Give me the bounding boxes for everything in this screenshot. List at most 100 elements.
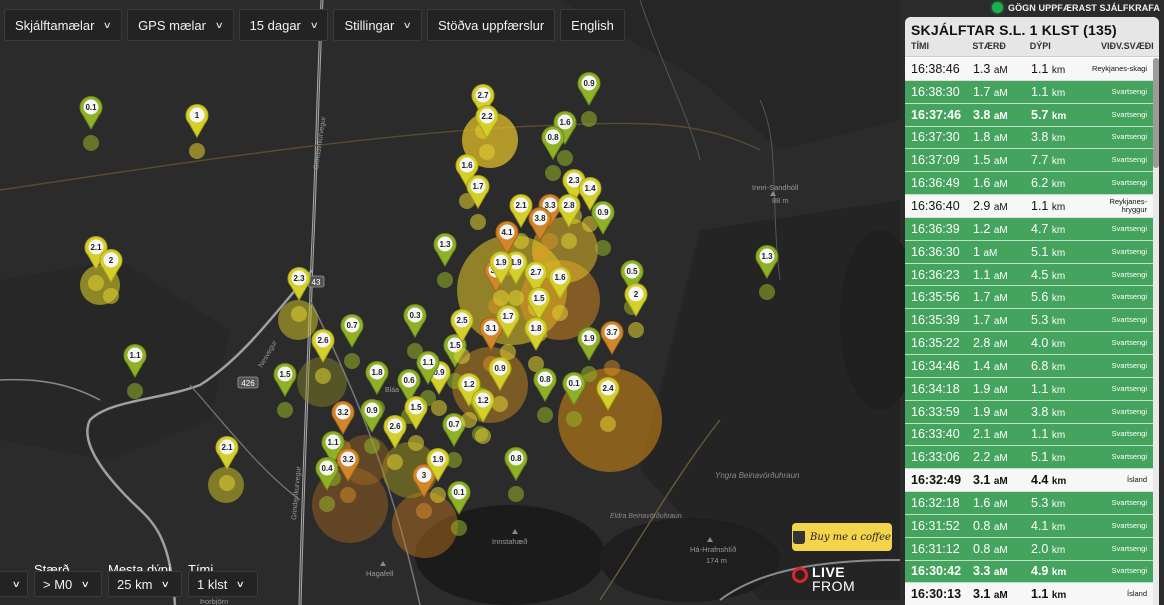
live-from-iceland-logo[interactable]: LIVE FROM bbox=[792, 565, 855, 593]
epicenter-dot bbox=[83, 135, 99, 151]
row-depth: 6.2 km bbox=[1031, 176, 1066, 191]
earthquake-row[interactable]: 16:33:06 2.2 aM 5.1 km Svartsengi bbox=[905, 446, 1153, 470]
epicenter-dot bbox=[430, 487, 446, 503]
quake-magnitude-label: 1.6 bbox=[554, 273, 566, 282]
scrollbar-thumb[interactable] bbox=[1153, 58, 1159, 168]
col-size[interactable]: STÆRÐ bbox=[972, 41, 1029, 51]
quake-magnitude-label: 1.1 bbox=[422, 358, 434, 367]
row-depth: 6.8 km bbox=[1031, 358, 1066, 373]
quake-magnitude-label: 2.3 bbox=[568, 176, 580, 185]
earthquake-row[interactable]: 16:37:09 1.5 aM 7.7 km Svartsengi bbox=[905, 149, 1153, 173]
col-depth[interactable]: DÝPI bbox=[1030, 41, 1101, 51]
row-location: Reykjanes-hryggur bbox=[1109, 196, 1147, 214]
quake-magnitude-label: 2.1 bbox=[90, 243, 102, 252]
earthquake-row[interactable]: 16:36:49 1.6 aM 6.2 km Svartsengi bbox=[905, 172, 1153, 196]
row-depth: 5.1 km bbox=[1031, 450, 1066, 465]
epicenter-dot bbox=[532, 246, 548, 262]
earthquake-row[interactable]: 16:31:52 0.8 aM 4.1 km Svartsengi bbox=[905, 514, 1153, 538]
time-filter-value: 1 klst bbox=[197, 576, 228, 592]
row-depth: 5.3 km bbox=[1031, 313, 1066, 328]
row-size: 3.8 aM bbox=[973, 107, 1008, 122]
epicenter-dot bbox=[437, 272, 453, 288]
row-size: 1.2 aM bbox=[973, 221, 1008, 236]
chevron-down-icon: ∨ bbox=[11, 578, 21, 589]
earthquake-row[interactable]: 16:38:46 1.3 aM 1.1 km Reykjanes-skagi bbox=[905, 58, 1153, 81]
earthquake-row[interactable]: 16:30:13 3.1 aM 1.1 km Ísland bbox=[905, 583, 1153, 605]
stop-updates-button[interactable]: Stöðva uppfærslur bbox=[426, 9, 556, 41]
quake-magnitude-label: 0.6 bbox=[403, 376, 415, 385]
row-size: 1 aM bbox=[973, 244, 998, 259]
row-location: Svartsengi bbox=[1111, 543, 1147, 553]
quake-magnitude-label: 2.4 bbox=[602, 384, 614, 393]
row-depth: 4.5 km bbox=[1031, 267, 1066, 282]
earthquake-row[interactable]: 16:36:39 1.2 aM 4.7 km Svartsengi bbox=[905, 217, 1153, 241]
epicenter-dot bbox=[420, 390, 436, 406]
quake-magnitude-label: 2.7 bbox=[530, 268, 542, 277]
settings-dropdown[interactable]: Stillingar ∨ bbox=[333, 9, 422, 41]
earthquake-row[interactable]: 16:33:40 2.1 aM 1.1 km Svartsengi bbox=[905, 423, 1153, 447]
row-time: 16:32:18 bbox=[911, 495, 960, 510]
earthquake-row[interactable]: 16:31:12 0.8 aM 2.0 km Svartsengi bbox=[905, 537, 1153, 561]
earthquake-row[interactable]: 16:30:42 3.3 aM 4.9 km Svartsengi bbox=[905, 560, 1153, 584]
row-depth: 1.1 km bbox=[1031, 381, 1066, 396]
earthquake-row[interactable]: 16:36:23 1.1 aM 4.5 km Svartsengi bbox=[905, 263, 1153, 287]
epicenter-dot bbox=[493, 290, 509, 306]
col-location[interactable]: VIÐV.SVÆÐI bbox=[1101, 41, 1154, 51]
earthquake-row[interactable]: 16:37:30 1.8 aM 3.8 km Svartsengi bbox=[905, 126, 1153, 150]
row-depth: 5.1 km bbox=[1031, 244, 1066, 259]
row-depth: 4.4 km bbox=[1031, 473, 1067, 488]
epicenter-dot bbox=[595, 240, 611, 256]
period-dropdown[interactable]: 15 dagar ∨ bbox=[238, 9, 329, 41]
epicenter-dot bbox=[581, 111, 597, 127]
row-depth: 5.7 km bbox=[1031, 107, 1067, 122]
hidden-filter-select[interactable]: ∨ bbox=[0, 571, 28, 597]
panel-header: SKJÁLFTAR S.L. 1 KLST (135) TÍMI STÆRÐ D… bbox=[905, 17, 1159, 57]
earthquake-row[interactable]: 16:35:22 2.8 aM 4.0 km Svartsengi bbox=[905, 332, 1153, 355]
gps-dropdown[interactable]: GPS mælar ∨ bbox=[127, 9, 234, 41]
earthquake-row[interactable]: 16:34:18 1.9 aM 1.1 km Svartsengi bbox=[905, 377, 1153, 401]
time-filter-select[interactable]: 1 klst ∨ bbox=[188, 571, 258, 597]
row-depth: 4.7 km bbox=[1031, 221, 1066, 236]
earthquake-row[interactable]: 16:36:30 1 aM 5.1 km Svartsengi bbox=[905, 240, 1153, 264]
earthquake-row[interactable]: 16:32:18 1.6 aM 5.3 km Svartsengi bbox=[905, 492, 1153, 515]
row-depth: 4.0 km bbox=[1031, 336, 1066, 351]
chevron-down-icon: ∨ bbox=[103, 19, 113, 30]
quake-magnitude-label: 0.9 bbox=[494, 364, 506, 373]
earthquake-row[interactable]: 16:37:46 3.8 aM 5.7 km Svartsengi bbox=[905, 103, 1153, 127]
earthquake-row[interactable]: 16:33:59 1.9 aM 3.8 km Svartsengi bbox=[905, 400, 1153, 424]
seismometers-dropdown[interactable]: Skjálftamælar ∨ bbox=[4, 9, 123, 41]
depth-filter-select[interactable]: 25 km ∨ bbox=[108, 571, 182, 597]
row-location: Svartsengi bbox=[1111, 292, 1147, 302]
quake-intensity-glow bbox=[392, 492, 458, 558]
row-depth: 2.0 km bbox=[1031, 541, 1066, 556]
earthquake-row[interactable]: 16:32:49 3.1 aM 4.4 km Ísland bbox=[905, 469, 1153, 493]
row-location: Svartsengi bbox=[1111, 520, 1147, 530]
language-button[interactable]: English bbox=[560, 9, 625, 41]
row-time: 16:34:46 bbox=[911, 358, 960, 373]
earthquake-row[interactable]: 16:36:40 2.9 aM 1.1 km Reykjanes-hryggur bbox=[905, 195, 1153, 218]
quake-magnitude-label: 1.8 bbox=[530, 324, 542, 333]
row-location: Reykjanes-skagi bbox=[1091, 63, 1147, 73]
row-depth: 4.1 km bbox=[1031, 518, 1066, 533]
quake-magnitude-label: 0.7 bbox=[346, 321, 358, 330]
quake-magnitude-label: 3.2 bbox=[342, 455, 354, 464]
quake-magnitude-label: 0.1 bbox=[85, 103, 97, 112]
epicenter-dot bbox=[344, 353, 360, 369]
earthquake-row[interactable]: 16:34:46 1.4 aM 6.8 km Svartsengi bbox=[905, 354, 1153, 378]
place-innstahaed: Innstahæð bbox=[492, 537, 527, 546]
row-depth: 1.1 km bbox=[1031, 198, 1066, 213]
earthquake-row[interactable]: 16:35:56 1.7 aM 5.6 km Svartsengi bbox=[905, 286, 1153, 310]
earthquake-row[interactable]: 16:38:30 1.7 aM 1.1 km Svartsengi bbox=[905, 80, 1153, 104]
column-headers: TÍMI STÆRÐ DÝPI VIÐV.SVÆÐI bbox=[911, 41, 1154, 51]
epicenter-dot bbox=[189, 143, 205, 159]
earthquake-row[interactable]: 16:35:39 1.7 aM 5.3 km Svartsengi bbox=[905, 309, 1153, 333]
size-filter-select[interactable]: > M0 ∨ bbox=[34, 571, 102, 597]
status-dot-icon bbox=[991, 2, 1003, 13]
quake-magnitude-label: 1.2 bbox=[463, 380, 475, 389]
col-time[interactable]: TÍMI bbox=[911, 41, 972, 51]
quake-magnitude-label: 2.1 bbox=[221, 443, 233, 452]
settings-label: Stillingar bbox=[344, 17, 395, 33]
row-time: 16:36:39 bbox=[911, 221, 960, 236]
quake-magnitude-label: 0.1 bbox=[568, 379, 580, 388]
buy-me-a-coffee-button[interactable]: Buy me a coffee bbox=[792, 523, 892, 551]
